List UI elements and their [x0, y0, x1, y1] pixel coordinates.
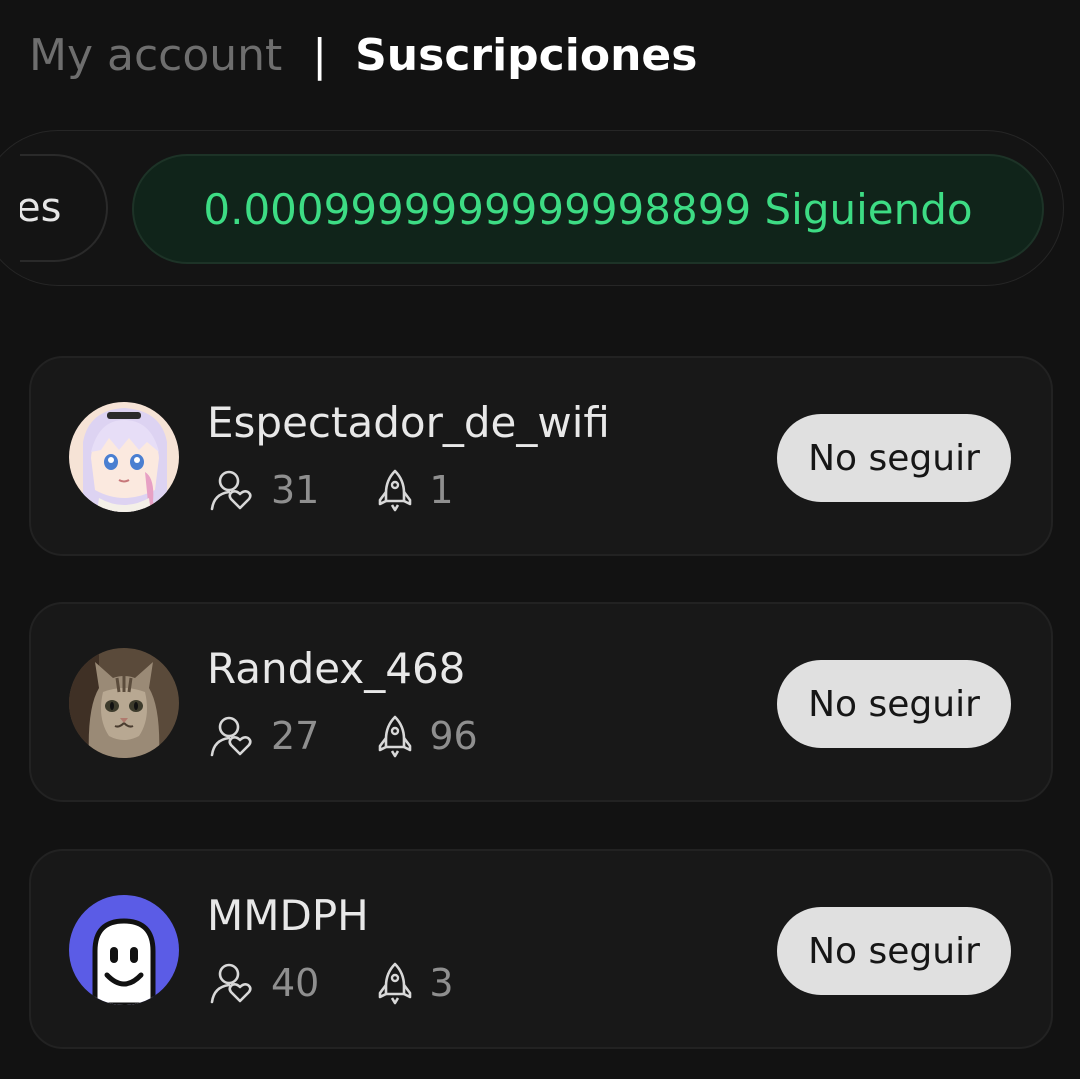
followers-stat: 27: [209, 714, 319, 758]
boosts-stat: 1: [377, 468, 454, 512]
boosts-stat: 3: [377, 961, 454, 1005]
rocket-icon: [379, 715, 412, 758]
avatar[interactable]: [69, 402, 179, 512]
subscription-card[interactable]: MMDPH 40 3 No seguir: [29, 849, 1053, 1049]
breadcrumb-my-account[interactable]: My account: [29, 26, 282, 86]
avatar[interactable]: [69, 895, 179, 1005]
subscription-card[interactable]: Randex_468 27 96 No seguir: [29, 602, 1053, 802]
tab-previous-label: es: [20, 185, 62, 231]
followers-icon: [210, 963, 252, 1004]
subscription-card[interactable]: Espectador_de_wifi 31 1 No seguir: [29, 356, 1053, 556]
username: Randex_468: [207, 644, 466, 693]
user-stats: 40 3: [209, 959, 454, 1007]
username: Espectador_de_wifi: [207, 398, 610, 447]
boosts-count: 1: [429, 468, 454, 512]
subscriptions-page: My account | Suscripciones es 0.00099999…: [0, 0, 1080, 1079]
followers-count: 27: [271, 714, 320, 758]
breadcrumb: My account | Suscripciones: [29, 26, 697, 86]
user-stats: 31 1: [209, 466, 454, 514]
username: MMDPH: [207, 891, 369, 940]
followers-stat: 31: [209, 468, 319, 512]
rocket-icon: [379, 469, 412, 512]
boosts-stat: 96: [377, 714, 478, 758]
user-stats: 27 96: [209, 712, 478, 760]
followers-count: 40: [271, 961, 320, 1005]
followers-icon: [210, 716, 252, 757]
unfollow-button[interactable]: No seguir: [777, 414, 1011, 502]
rocket-icon: [379, 962, 412, 1005]
breadcrumb-separator: |: [312, 30, 328, 81]
unfollow-button[interactable]: No seguir: [777, 660, 1011, 748]
followers-icon: [210, 470, 252, 511]
tab-following-label: 0.0009999999999998899 Siguiendo: [203, 184, 973, 234]
followers-stat: 40: [209, 961, 319, 1005]
ghost-avatar-icon: [69, 895, 179, 1005]
tab-following[interactable]: 0.0009999999999998899 Siguiendo: [132, 154, 1044, 264]
boosts-count: 96: [429, 714, 478, 758]
avatar[interactable]: [69, 648, 179, 758]
page-title: Suscripciones: [355, 30, 698, 81]
cat-avatar-icon: [69, 648, 179, 758]
followers-count: 31: [271, 468, 320, 512]
anime-girl-avatar-icon: [69, 402, 179, 512]
boosts-count: 3: [429, 961, 454, 1005]
unfollow-button[interactable]: No seguir: [777, 907, 1011, 995]
